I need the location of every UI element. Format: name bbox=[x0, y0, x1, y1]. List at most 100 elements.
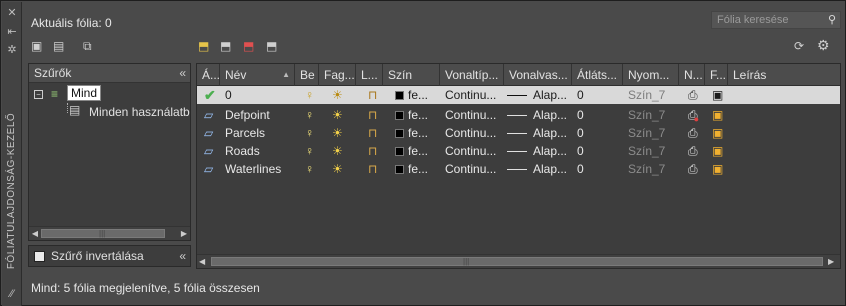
printer-icon[interactable]: ⎙ bbox=[683, 142, 703, 160]
scroll-right-icon[interactable]: ▶ bbox=[179, 227, 189, 240]
layer-color[interactable]: fe... bbox=[390, 142, 440, 160]
filters-hscrollbar[interactable]: ◀ ||| ▶ bbox=[29, 226, 190, 240]
collapse-filters-bottom-icon[interactable]: « bbox=[179, 246, 186, 266]
sun-icon[interactable]: ☀ bbox=[327, 86, 352, 104]
new-viewport-freeze-icon[interactable]: ▣ bbox=[707, 86, 727, 104]
layer-color[interactable]: fe... bbox=[390, 106, 440, 124]
sun-icon[interactable]: ☀ bbox=[327, 124, 352, 142]
grid-scroll-right-icon[interactable]: ▶ bbox=[828, 255, 838, 268]
printer-icon[interactable]: ⎙ bbox=[683, 160, 703, 178]
layer-states-manager-icon[interactable]: ⧉ bbox=[83, 39, 92, 53]
lightbulb-icon[interactable]: ♀ bbox=[300, 86, 320, 104]
collapse-filters-icon[interactable]: « bbox=[179, 64, 186, 83]
layer-row[interactable]: ▱ Waterlines ♀ ☀ ⊓ fe... Continu... Alap… bbox=[197, 160, 840, 178]
layer-row[interactable]: ✔ 0 ♀ ☀ ⊓ fe... Continu... Alap... 0 Szí… bbox=[197, 86, 840, 104]
refresh-icon[interactable]: ⟳ bbox=[794, 39, 804, 53]
col-freeze[interactable]: Fag... bbox=[319, 64, 356, 86]
resize-grip-icon[interactable]: ⁄⁄ bbox=[5, 288, 19, 300]
layer-name[interactable]: Defpoint bbox=[220, 106, 295, 124]
grid-scroll-left-icon[interactable]: ◀ bbox=[199, 255, 209, 268]
layer-linetype[interactable]: Continu... bbox=[440, 160, 504, 178]
lightbulb-icon[interactable]: ♀ bbox=[300, 160, 320, 178]
layer-linetype[interactable]: Continu... bbox=[440, 142, 504, 160]
layer-name[interactable]: Roads bbox=[220, 142, 295, 160]
settings-gear-icon[interactable]: ⚙ bbox=[817, 38, 830, 52]
layer-transparency[interactable]: 0 bbox=[572, 142, 623, 160]
properties-icon[interactable]: ✲ bbox=[5, 44, 19, 56]
layer-plot-style[interactable]: Szín_7 bbox=[623, 86, 679, 104]
sun-icon[interactable]: ☀ bbox=[327, 160, 352, 178]
new-group-filter-icon[interactable]: ▤ bbox=[53, 39, 64, 53]
layer-row[interactable]: ▱ Roads ♀ ☀ ⊓ fe... Continu... Alap... 0… bbox=[197, 142, 840, 160]
scroll-left-icon[interactable]: ◀ bbox=[30, 227, 40, 240]
printer-icon[interactable]: ⎙ bbox=[683, 86, 703, 104]
layer-transparency[interactable]: 0 bbox=[572, 160, 623, 178]
tree-item-all-used[interactable]: Minden használatban bbox=[89, 105, 190, 119]
col-lineweight[interactable]: Vonalvas... bbox=[504, 64, 572, 86]
layer-transparency[interactable]: 0 bbox=[572, 106, 623, 124]
layer-lineweight[interactable]: Alap... bbox=[502, 106, 572, 124]
layer-plot-style[interactable]: Szín_7 bbox=[623, 124, 679, 142]
layer-row[interactable]: ▱ Defpoint ♀ ☀ ⊓ fe... Continu... Alap..… bbox=[197, 106, 840, 124]
layer-plot-style[interactable]: Szín_7 bbox=[623, 160, 679, 178]
no-plot-printer-icon[interactable]: ⎙● bbox=[683, 106, 703, 124]
layer-color[interactable]: fe... bbox=[390, 86, 440, 104]
layer-lineweight[interactable]: Alap... bbox=[502, 86, 572, 104]
new-layer-icon[interactable]: ⬒ bbox=[198, 39, 209, 53]
layer-linetype[interactable]: Continu... bbox=[440, 86, 504, 104]
new-viewport-freeze-icon[interactable]: ▣ bbox=[707, 160, 727, 178]
sun-icon[interactable]: ☀ bbox=[327, 142, 352, 160]
printer-icon[interactable]: ⎙ bbox=[683, 124, 703, 142]
col-vp-freeze[interactable]: F... bbox=[705, 64, 728, 86]
tree-collapse-icon[interactable]: − bbox=[34, 90, 43, 99]
col-status[interactable]: Á... bbox=[197, 64, 220, 86]
invert-filter-checkbox[interactable] bbox=[34, 251, 45, 262]
layer-lineweight[interactable]: Alap... bbox=[502, 124, 572, 142]
unlocked-padlock-icon[interactable]: ⊓ bbox=[363, 124, 383, 142]
lightbulb-icon[interactable]: ♀ bbox=[300, 142, 320, 160]
new-viewport-freeze-icon[interactable]: ▣ bbox=[707, 124, 727, 142]
col-plot-style[interactable]: Nyom... bbox=[623, 64, 679, 86]
layer-color[interactable]: fe... bbox=[390, 160, 440, 178]
layer-plot-style[interactable]: Szín_7 bbox=[623, 142, 679, 160]
layer-linetype[interactable]: Continu... bbox=[440, 124, 504, 142]
delete-layer-icon[interactable]: ⬒ bbox=[243, 39, 254, 53]
layer-color[interactable]: fe... bbox=[390, 124, 440, 142]
col-name[interactable]: Név ▲ bbox=[220, 64, 295, 86]
col-description[interactable]: Leírás bbox=[728, 64, 840, 86]
tree-item-all[interactable]: Mind bbox=[67, 85, 102, 101]
new-viewport-freeze-icon[interactable]: ▣ bbox=[707, 142, 727, 160]
close-icon[interactable]: ✕ bbox=[5, 7, 19, 19]
lightbulb-icon[interactable]: ♀ bbox=[300, 106, 320, 124]
layer-linetype[interactable]: Continu... bbox=[440, 106, 504, 124]
layer-transparency[interactable]: 0 bbox=[572, 86, 623, 104]
layer-transparency[interactable]: 0 bbox=[572, 124, 623, 142]
new-layer-vp-frozen-icon[interactable]: ⬒ bbox=[220, 39, 231, 53]
col-transparency[interactable]: Átláts... bbox=[572, 64, 623, 86]
layer-search-field[interactable]: Fólia keresése ⚲ bbox=[711, 11, 841, 29]
layer-lineweight[interactable]: Alap... bbox=[502, 160, 572, 178]
unlocked-padlock-icon[interactable]: ⊓ bbox=[363, 86, 383, 104]
grid-hscrollbar[interactable]: ◀ ||| ▶ bbox=[197, 254, 840, 268]
new-property-filter-icon[interactable]: ▣ bbox=[31, 39, 42, 53]
unlocked-padlock-icon[interactable]: ⊓ bbox=[363, 106, 383, 124]
col-plot[interactable]: N... bbox=[679, 64, 705, 86]
lightbulb-icon[interactable]: ♀ bbox=[300, 124, 320, 142]
layer-lineweight[interactable]: Alap... bbox=[502, 142, 572, 160]
unlocked-padlock-icon[interactable]: ⊓ bbox=[363, 142, 383, 160]
layer-name[interactable]: Waterlines bbox=[220, 160, 295, 178]
col-linetype[interactable]: Vonaltíp... bbox=[440, 64, 504, 86]
col-on[interactable]: Be bbox=[295, 64, 319, 86]
layer-name[interactable]: Parcels bbox=[220, 124, 295, 142]
new-viewport-freeze-icon[interactable]: ▣ bbox=[707, 106, 727, 124]
grid-scroll-thumb[interactable] bbox=[211, 257, 823, 266]
set-current-icon[interactable]: ⬒ bbox=[266, 39, 277, 53]
auto-hide-icon[interactable]: ⇤ bbox=[5, 26, 19, 38]
layer-row[interactable]: ▱ Parcels ♀ ☀ ⊓ fe... Continu... Alap...… bbox=[197, 124, 840, 142]
col-color[interactable]: Szín bbox=[383, 64, 440, 86]
layer-name[interactable]: 0 bbox=[220, 86, 295, 104]
col-lock[interactable]: L... bbox=[356, 64, 383, 86]
layer-plot-style[interactable]: Szín_7 bbox=[623, 106, 679, 124]
sun-icon[interactable]: ☀ bbox=[327, 106, 352, 124]
unlocked-padlock-icon[interactable]: ⊓ bbox=[363, 160, 383, 178]
